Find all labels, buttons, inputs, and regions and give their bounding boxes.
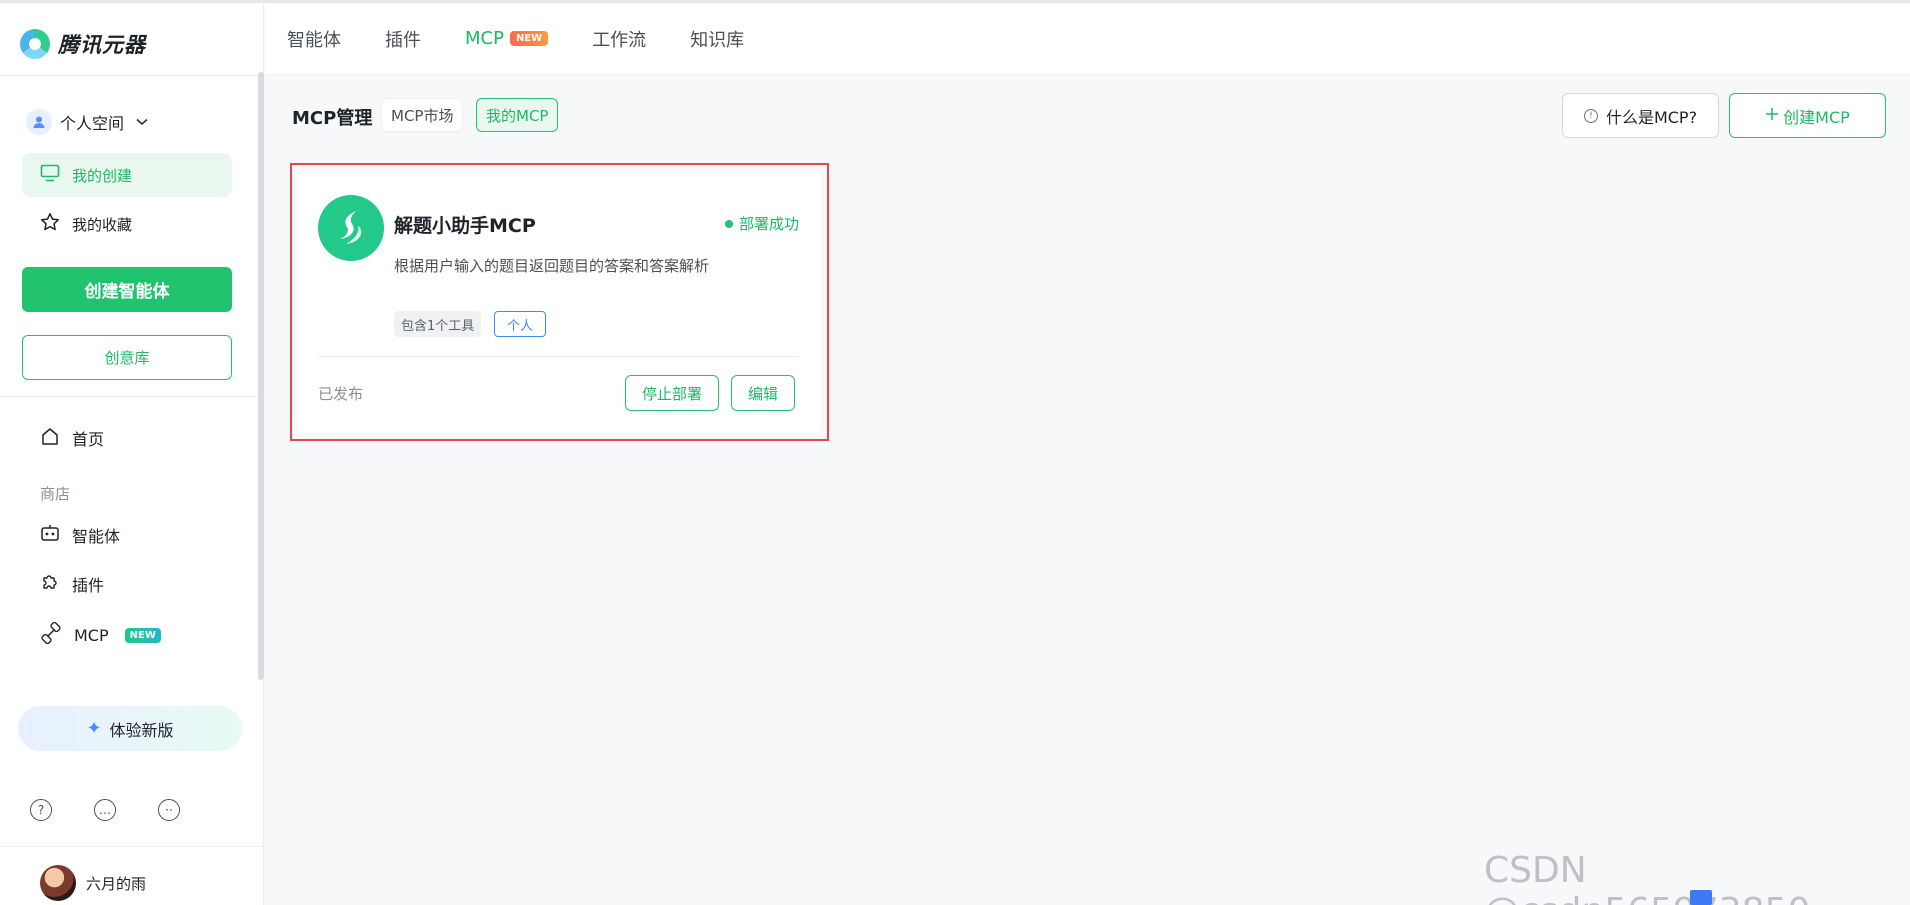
tab-label: 智能体 — [287, 29, 341, 51]
sidebar-item-plugins[interactable]: 插件 — [40, 572, 104, 596]
tab-agents[interactable]: 智能体 — [287, 26, 341, 52]
avatar — [40, 865, 76, 901]
tab-mcp-market[interactable]: MCP市场 — [381, 98, 464, 132]
sidebar-item-label: MCP — [74, 625, 109, 645]
puzzle-icon — [40, 572, 60, 596]
help-icon[interactable]: ? — [30, 799, 52, 821]
sparkle-icon: ✦ — [86, 718, 102, 739]
scope-tag: 个人 — [494, 311, 547, 337]
footer-icons: ? … ·· — [30, 799, 180, 821]
page-title: MCP管理 — [292, 108, 373, 129]
status-badge: 部署成功 — [724, 213, 799, 234]
info-icon: ! — [1583, 108, 1598, 123]
chevron-down-icon — [136, 115, 148, 129]
create-mcp-label: 创建MCP — [1783, 107, 1850, 127]
brand-logo[interactable]: 腾讯元器 — [20, 27, 146, 61]
status-text: 部署成功 — [738, 215, 799, 233]
try-new-version-button[interactable]: ✦ 体验新版 — [18, 706, 242, 751]
user-name: 六月的雨 — [86, 874, 147, 893]
new-badge: NEW — [124, 627, 161, 643]
sidebar-item-agents[interactable]: 智能体 — [40, 523, 120, 547]
brand-name: 腾讯元器 — [58, 33, 146, 57]
sidebar-item-label: 智能体 — [72, 527, 121, 546]
create-mcp-button[interactable]: 创建MCP — [1729, 93, 1886, 138]
tab-label: 工作流 — [592, 29, 647, 51]
divider — [0, 846, 264, 847]
sidebar-item-label: 我的收藏 — [72, 215, 133, 234]
logo-icon — [20, 29, 50, 59]
chat-icon[interactable]: … — [94, 799, 116, 821]
space-switcher[interactable]: 个人空间 — [26, 109, 148, 135]
tab-knowledge-base[interactable]: 知识库 — [690, 26, 744, 52]
robot-icon — [40, 523, 60, 547]
tool-count-tag: 包含1个工具 — [394, 311, 482, 337]
space-label: 个人空间 — [60, 114, 125, 133]
status-dot-icon — [724, 219, 733, 228]
sidebar: 腾讯元器 个人空间 我的创建 我的收藏 创建智能体 创意库 首页 商店 智能体 … — [0, 3, 264, 905]
star-icon — [40, 212, 60, 236]
try-new-label: 体验新版 — [109, 720, 174, 740]
sidebar-item-mcp[interactable]: MCP NEW — [40, 621, 161, 648]
divider — [318, 356, 799, 357]
stop-deploy-button[interactable]: 停止部署 — [625, 375, 720, 411]
sidebar-item-label: 我的创建 — [72, 166, 133, 185]
divider — [0, 75, 264, 76]
sidebar-item-label: 首页 — [72, 430, 105, 449]
user-profile[interactable]: 六月的雨 — [40, 865, 146, 901]
sidebar-scrollbar[interactable] — [258, 72, 264, 680]
sidebar-item-home[interactable]: 首页 — [40, 426, 104, 450]
tab-label: MCP — [465, 28, 504, 49]
new-badge: NEW — [509, 31, 549, 46]
tab-my-mcp[interactable]: 我的MCP — [476, 98, 559, 132]
what-is-mcp-button[interactable]: ! 什么是MCP? — [1562, 93, 1719, 138]
tray-icon[interactable] — [1690, 890, 1712, 905]
published-status: 已发布 — [318, 385, 364, 403]
plus-icon — [1765, 106, 1779, 125]
what-is-mcp-label: 什么是MCP? — [1605, 107, 1698, 127]
wechat-icon[interactable]: ·· — [158, 799, 180, 821]
user-icon — [26, 109, 52, 135]
home-icon — [40, 426, 60, 450]
tab-workflow[interactable]: 工作流 — [592, 26, 646, 52]
mcp-card[interactable]: 解题小助手MCP 部署成功 根据用户输入的题目返回题目的答案和答案解析 包含1个… — [298, 171, 821, 433]
create-agent-button[interactable]: 创建智能体 — [22, 267, 232, 312]
link-icon — [40, 621, 62, 648]
sidebar-item-my-favorites[interactable]: 我的收藏 — [22, 202, 232, 246]
tab-mcp[interactable]: MCP NEW — [465, 28, 549, 49]
monitor-icon — [40, 164, 60, 186]
store-section-label: 商店 — [40, 485, 71, 503]
tab-label: 插件 — [385, 29, 421, 51]
tab-label: 知识库 — [690, 29, 745, 51]
mcp-logo-icon — [318, 195, 384, 261]
top-navigation: 智能体 插件 MCP NEW 工作流 知识库 — [265, 3, 1910, 75]
card-description: 根据用户输入的题目返回题目的答案和答案解析 — [394, 257, 710, 275]
divider — [0, 396, 264, 397]
sidebar-item-my-creations[interactable]: 我的创建 — [22, 153, 232, 197]
sidebar-item-label: 插件 — [72, 576, 105, 595]
edit-button[interactable]: 编辑 — [731, 375, 796, 411]
tab-plugins[interactable]: 插件 — [385, 26, 421, 52]
card-title: 解题小助手MCP — [394, 215, 536, 237]
idea-library-button[interactable]: 创意库 — [22, 335, 232, 380]
